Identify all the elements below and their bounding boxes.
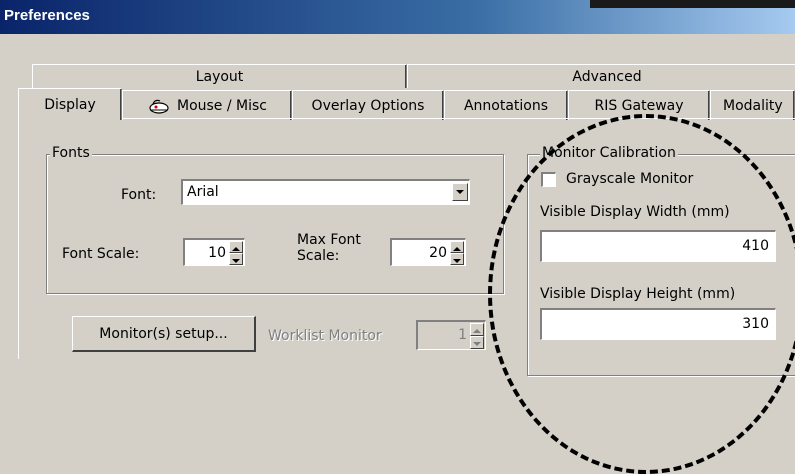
worklist-monitor-spinner[interactable]: 1 xyxy=(416,320,486,350)
max-font-label-line2: Scale: xyxy=(297,248,340,264)
font-scale-value: 10 xyxy=(208,245,226,261)
font-label: Font: xyxy=(121,187,157,203)
grayscale-label: Grayscale Monitor xyxy=(566,171,694,187)
tab-overlay-options[interactable]: Overlay Options xyxy=(292,90,444,120)
tab-ris-gateway[interactable]: RIS Gateway xyxy=(568,90,710,120)
fonts-legend: Fonts xyxy=(50,145,92,161)
worklist-monitor-label: Worklist Monitor xyxy=(268,328,382,344)
worklist-monitor-value: 1 xyxy=(458,327,467,343)
tab-mouse-misc[interactable]: Mouse / Misc xyxy=(122,90,292,120)
chevron-down-icon[interactable] xyxy=(452,183,468,201)
title-bar: Preferences xyxy=(0,0,795,34)
tab-annotations[interactable]: Annotations xyxy=(444,90,568,120)
tab-ris-gateway-label: RIS Gateway xyxy=(594,97,684,114)
height-label: Visible Display Height (mm) xyxy=(540,286,736,302)
tab-annotations-label: Annotations xyxy=(463,97,549,114)
window-title: Preferences xyxy=(4,7,90,24)
tab-layout-label: Layout xyxy=(195,68,244,85)
height-input[interactable]: 310 xyxy=(540,308,776,340)
grayscale-checkbox[interactable] xyxy=(541,172,556,187)
title-bar-edge xyxy=(590,0,795,8)
spin-down-icon[interactable] xyxy=(450,253,464,265)
tab-modality-label: Modality xyxy=(723,97,783,114)
font-scale-label: Font Scale: xyxy=(62,246,140,262)
font-scale-spinner[interactable]: 10 xyxy=(183,238,245,266)
tab-mouse-misc-label: Mouse / Misc xyxy=(176,97,267,114)
width-value: 410 xyxy=(742,238,769,254)
monitor-calibration-group xyxy=(527,154,795,376)
max-font-value: 20 xyxy=(429,245,447,261)
mouse-icon xyxy=(147,98,171,114)
width-input[interactable]: 410 xyxy=(540,230,776,262)
spin-up-icon[interactable] xyxy=(450,241,464,253)
tab-advanced-label: Advanced xyxy=(572,68,642,85)
monitor-setup-label: Monitor(s) setup... xyxy=(99,325,228,342)
max-font-label-line1: Max Font xyxy=(297,232,361,248)
spin-down-icon[interactable] xyxy=(470,336,484,349)
height-value: 310 xyxy=(742,316,769,332)
width-label: Visible Display Width (mm) xyxy=(540,204,730,220)
fonts-group xyxy=(46,154,504,294)
tab-advanced[interactable]: Advanced xyxy=(407,64,795,88)
spin-down-icon[interactable] xyxy=(229,253,243,265)
preferences-dialog: Layout Advanced Display Mouse / Misc Ove… xyxy=(0,34,795,474)
max-font-scale-spinner[interactable]: 20 xyxy=(390,238,466,266)
font-value: Arial xyxy=(187,184,219,200)
font-dropdown[interactable]: Arial xyxy=(181,179,470,205)
tab-modality[interactable]: Modality xyxy=(710,90,795,120)
spin-up-icon[interactable] xyxy=(229,241,243,253)
tab-display-label: Display xyxy=(44,96,96,113)
monitor-setup-button[interactable]: Monitor(s) setup... xyxy=(72,316,256,352)
spin-up-icon[interactable] xyxy=(470,323,484,336)
monitor-calibration-legend: Monitor Calibration xyxy=(540,145,678,161)
tab-display[interactable]: Display xyxy=(18,88,122,120)
tab-overlay-options-label: Overlay Options xyxy=(311,97,425,114)
tab-layout[interactable]: Layout xyxy=(32,64,407,88)
